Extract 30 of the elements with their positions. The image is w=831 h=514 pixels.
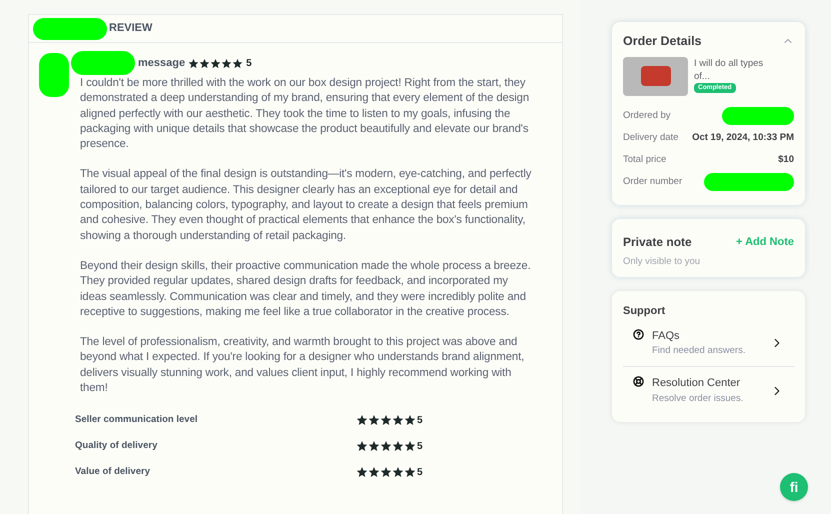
support-title: FAQs — [652, 328, 681, 344]
rating-label: Seller communication level — [75, 413, 198, 428]
review-heading: REVIEW — [109, 21, 152, 36]
review-paragraph: I couldn't be more thrilled with the work on our box design project! Right from the start, they demonstrated a deep understanding of my brand, ensuring that every element of the design aligned perfectly with our aesthetic. They took the time to listen to my goals, infusing the packaging with unique details that showcase the product beautifully and elevate our brand's presence. — [80, 76, 530, 152]
rating-label: Quality of delivery — [75, 439, 158, 454]
card-title: Order Details — [623, 33, 702, 50]
card-title: Support — [623, 304, 666, 319]
field-label: Ordered by — [623, 109, 671, 124]
gig-title: I will do all types of... — [694, 56, 764, 83]
review-paragraph: The visual appeal of the final design is outstanding—it's modern, eye-catching, and perfectly tailored to our target audience. This designer clearly has an exceptional eye for detail and composition, balancing colors, typography, and layout to create a design that feels premium and cohesive. They even thought of practical elements that enhance the box's functionality, showing a thorough understanding of retail packaging. — [80, 167, 532, 244]
field-value: Oct 19, 2024, 10:33 PM — [692, 131, 794, 146]
field-value: $10 — [778, 153, 794, 168]
review-paragraph: Beyond their design skills, their proactive communication made the whole process a breeze. They provided regular updates, shared design drafts for feedback, and incorporated my ideas seamlessly. Communication was clear and timely, and they were incredibly polite and receptive to suggestions, making me feel like a true collaborator in the creative process. — [80, 258, 532, 320]
rating-value: 5 — [417, 440, 423, 454]
field-label: Total price — [623, 153, 666, 168]
support-subtitle: Find needed answers. — [652, 344, 746, 358]
rating-label: Value of delivery — [75, 465, 151, 480]
field-label: Order number — [623, 175, 682, 190]
note-hint: Only visible to you — [623, 254, 702, 269]
rating-value: 5 — [417, 466, 423, 480]
rating-value: 5 — [246, 56, 252, 70]
review-paragraph: The level of professionalism, creativity, and warmth brought to this project was above and beyond what I expected. If you're looking for a designer who understands brand alignment, delivers visually stunning work, and values client input, I highly recommend working with them! — [80, 335, 526, 396]
message-label: message — [138, 56, 186, 71]
support-link[interactable]: Resolution Center Resolve order issues. — [623, 366, 794, 414]
support-subtitle: Resolve order issues. — [652, 392, 744, 406]
support-title: Resolution Center — [652, 376, 742, 392]
rating-value: 5 — [417, 414, 423, 428]
card-title: Private note — [623, 234, 692, 251]
support-link[interactable]: FAQs Find needed answers. — [623, 320, 794, 366]
field-label: Delivery date — [623, 131, 678, 146]
